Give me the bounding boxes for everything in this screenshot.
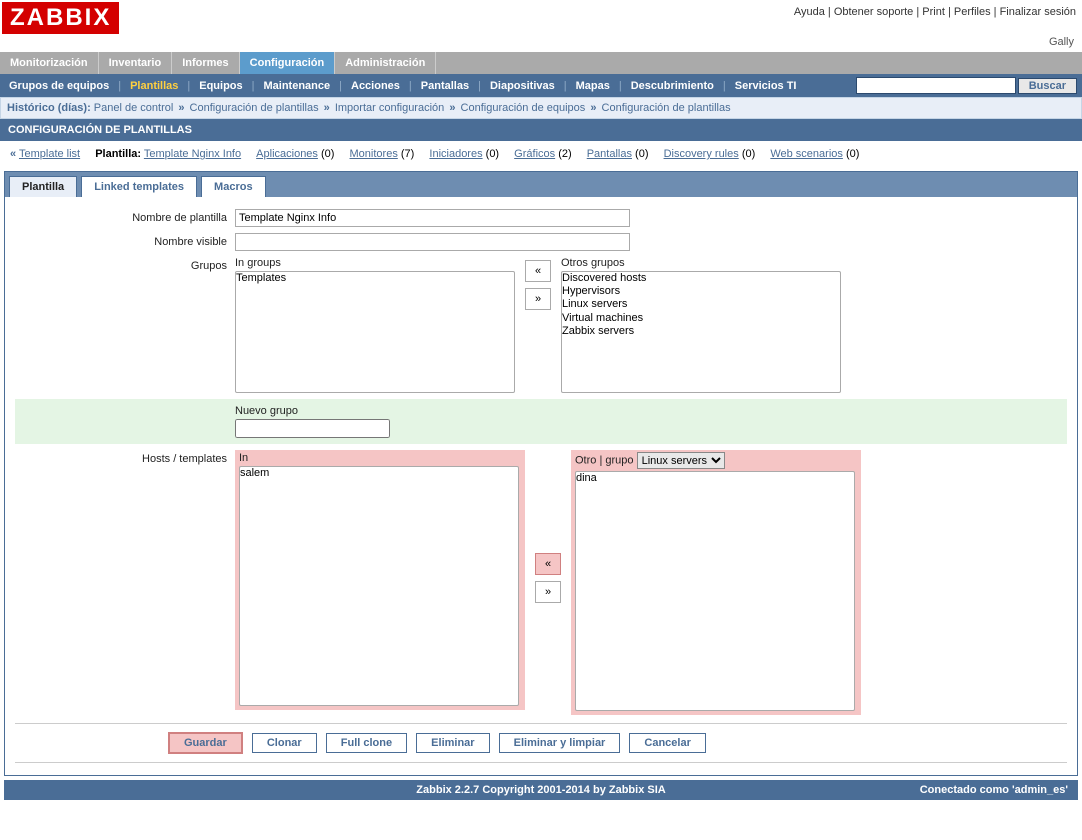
- tab-monitoring[interactable]: Monitorización: [0, 52, 99, 74]
- footer-connected: Conectado como 'admin_es': [920, 784, 1068, 796]
- search-input[interactable]: [856, 77, 1016, 94]
- current-user: Gally: [0, 34, 1082, 52]
- new-group-label: Nuevo grupo: [235, 405, 390, 419]
- tab-reports[interactable]: Informes: [172, 52, 239, 74]
- zabbix-logo: ZABBIX: [2, 2, 119, 34]
- support-link[interactable]: Obtener soporte: [834, 6, 914, 18]
- subnav-itservices[interactable]: Servicios TI: [731, 80, 801, 92]
- host-group-filter[interactable]: Linux servers: [637, 452, 725, 469]
- delete-clear-button[interactable]: Eliminar y limpiar: [499, 733, 621, 753]
- new-group-input[interactable]: [235, 419, 390, 438]
- history-label: Histórico (días):: [7, 102, 91, 114]
- discovery-count: (0): [742, 148, 755, 160]
- visible-name-input[interactable]: [235, 233, 630, 251]
- screens-link[interactable]: Pantallas: [587, 148, 632, 160]
- groups-remove-button[interactable]: »: [525, 288, 551, 310]
- hosts-add-button[interactable]: «: [535, 553, 561, 575]
- top-links: Ayuda | Obtener soporte | Print | Perfil…: [794, 2, 1076, 18]
- template-label: Plantilla:: [95, 148, 141, 160]
- search-button[interactable]: Buscar: [1018, 78, 1077, 94]
- web-count: (0): [846, 148, 859, 160]
- graphs-count: (2): [558, 148, 571, 160]
- history-item[interactable]: Importar configuración: [335, 102, 444, 114]
- apps-count: (0): [321, 148, 334, 160]
- form-tab-template[interactable]: Plantilla: [9, 176, 77, 197]
- delete-button[interactable]: Eliminar: [416, 733, 489, 753]
- template-name-input[interactable]: [235, 209, 630, 227]
- visible-name-label: Nombre visible: [15, 233, 235, 248]
- form-tab-macros[interactable]: Macros: [201, 176, 266, 197]
- help-link[interactable]: Ayuda: [794, 6, 825, 18]
- history-item[interactable]: Configuración de equipos: [461, 102, 586, 114]
- template-link-bar: « Template list Plantilla: Template Ngin…: [0, 141, 1082, 167]
- subnav-actions[interactable]: Acciones: [347, 80, 404, 92]
- subnav-hosts[interactable]: Equipos: [195, 80, 246, 92]
- subnav-hostgroups[interactable]: Grupos de equipos: [5, 80, 113, 92]
- subnav-maps[interactable]: Mapas: [572, 80, 614, 92]
- screens-count: (0): [635, 148, 648, 160]
- apps-link[interactable]: Aplicaciones: [256, 148, 318, 160]
- history-bar: Histórico (días): Panel de control » Con…: [0, 97, 1082, 119]
- subnav-templates[interactable]: Plantillas: [126, 80, 182, 92]
- subnav-discovery[interactable]: Descubrimiento: [627, 80, 718, 92]
- groups-add-button[interactable]: «: [525, 260, 551, 282]
- fullclone-button[interactable]: Full clone: [326, 733, 407, 753]
- template-list-link[interactable]: Template list: [19, 148, 80, 160]
- subnav-screens[interactable]: Pantallas: [417, 80, 473, 92]
- other-hosts-label: Otro | grupo Linux servers: [575, 452, 857, 471]
- hosts-templates-label: Hosts / templates: [15, 450, 235, 465]
- subnav-slides[interactable]: Diapositivas: [486, 80, 559, 92]
- items-count: (7): [401, 148, 414, 160]
- cancel-button[interactable]: Cancelar: [629, 733, 705, 753]
- groups-label: Grupos: [15, 257, 235, 272]
- profile-link[interactable]: Perfiles: [954, 6, 991, 18]
- in-groups-label: In groups: [235, 257, 515, 271]
- subnav-maintenance[interactable]: Maintenance: [260, 80, 335, 92]
- logout-link[interactable]: Finalizar sesión: [1000, 6, 1076, 18]
- in-hosts-select[interactable]: salem: [239, 466, 519, 706]
- triggers-count: (0): [486, 148, 499, 160]
- other-groups-select[interactable]: Discovered hostsHypervisorsLinux servers…: [561, 271, 841, 393]
- print-link[interactable]: Print: [922, 6, 945, 18]
- tab-inventory[interactable]: Inventario: [99, 52, 173, 74]
- save-button[interactable]: Guardar: [168, 732, 243, 754]
- footer: Zabbix 2.2.7 Copyright 2001-2014 by Zabb…: [4, 780, 1078, 800]
- main-nav: Monitorización Inventario Informes Confi…: [0, 52, 1082, 74]
- graphs-link[interactable]: Gráficos: [514, 148, 555, 160]
- in-groups-select[interactable]: Templates: [235, 271, 515, 393]
- history-item[interactable]: Configuración de plantillas: [602, 102, 731, 114]
- triggers-link[interactable]: Iniciadores: [429, 148, 482, 160]
- tab-configuration[interactable]: Configuración: [240, 52, 336, 74]
- footer-copyright: Zabbix 2.2.7 Copyright 2001-2014 by Zabb…: [416, 784, 665, 796]
- template-name-link[interactable]: Template Nginx Info: [144, 148, 241, 160]
- items-link[interactable]: Monitores: [350, 148, 398, 160]
- other-groups-label: Otros grupos: [561, 257, 841, 271]
- page-title: CONFIGURACIÓN DE PLANTILLAS: [0, 119, 1082, 141]
- other-hosts-select[interactable]: dina: [575, 471, 855, 711]
- name-label: Nombre de plantilla: [15, 209, 235, 224]
- discovery-link[interactable]: Discovery rules: [664, 148, 739, 160]
- history-item[interactable]: Configuración de plantillas: [190, 102, 319, 114]
- tab-administration[interactable]: Administración: [335, 52, 436, 74]
- form-tab-linked[interactable]: Linked templates: [81, 176, 197, 197]
- form-tabs: Plantilla Linked templates Macros: [5, 172, 1077, 197]
- hosts-remove-button[interactable]: »: [535, 581, 561, 603]
- sub-nav: Grupos de equipos| Plantillas| Equipos| …: [0, 74, 1082, 97]
- history-item[interactable]: Panel de control: [94, 102, 174, 114]
- web-link[interactable]: Web scenarios: [770, 148, 843, 160]
- clone-button[interactable]: Clonar: [252, 733, 317, 753]
- in-hosts-label: In: [239, 452, 521, 466]
